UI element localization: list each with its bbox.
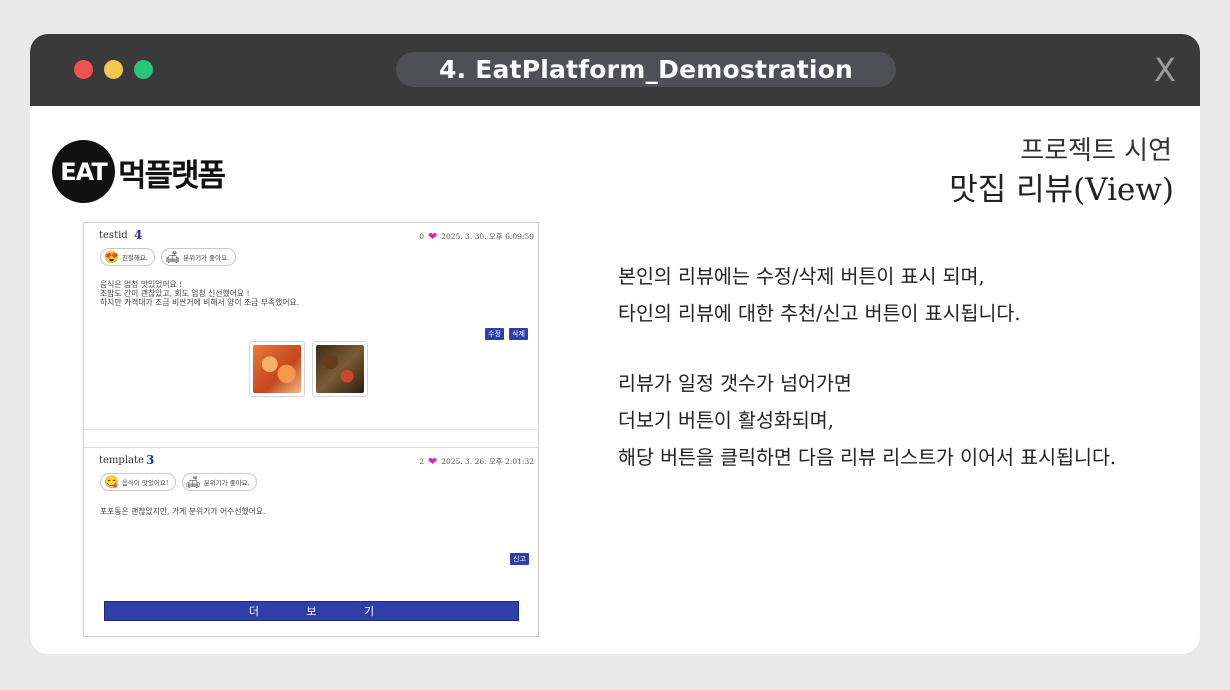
logo-text: 먹플랫폼 (118, 158, 226, 194)
maximize-dot[interactable] (134, 60, 153, 79)
like-count: 2 (419, 457, 424, 466)
review-tag: 😋 음식이 맛있어요! (100, 473, 176, 491)
logo: EAT 먹플랫폼 (52, 140, 252, 204)
description-line: 리뷰가 일정 갯수가 넘어가면 (618, 372, 852, 395)
like-count: 0 (419, 232, 424, 241)
review-rating: 3 (146, 453, 155, 467)
review-date: 2025. 3. 26. 오후 2:01:32 (441, 457, 534, 466)
review-tags: 😋 음식이 맛있어요! 🛋 분위기가 좋아요. (100, 473, 257, 491)
review-meta: 0 ❤ 2025. 3. 30. 오후 6:09:59 (419, 231, 534, 242)
slide-subtitle: 프로젝트 시연 (1020, 136, 1172, 166)
close-dot[interactable] (74, 60, 93, 79)
tag-label: 친절해요. (121, 254, 148, 262)
tag-label: 음식이 맛있어요! (121, 479, 169, 487)
review-line: 하지만 가격대가 조금 비싼거에 비해서 양이 조금 부족했어요. (100, 298, 300, 307)
close-x-button[interactable]: X (1154, 50, 1176, 90)
presentation-window: 4. EatPlatform_Demostration X EAT 먹플랫폼 프… (30, 34, 1200, 654)
delete-button[interactable]: 삭제 (509, 328, 528, 340)
description-line: 해당 버튼을 클릭하면 다음 리뷰 리스트가 이어서 표시됩니다. (618, 446, 1117, 469)
heart-icon[interactable]: ❤ (428, 456, 437, 467)
review-user: template (99, 455, 144, 466)
review-tag: 😍 친절해요. (100, 248, 155, 266)
report-button[interactable]: 신고 (510, 553, 529, 565)
review-tag: 🛋 분위기가 좋아요. (160, 248, 237, 266)
review-text: 포포동은 괜찮았지만, 가게 분위기가 어수선했어요. (100, 507, 266, 516)
sofa-icon: 🛋 (164, 250, 181, 264)
description-line: 더보기 버튼이 활성화되며, (618, 409, 834, 432)
review-date: 2025. 3. 30. 오후 6:09:59 (441, 232, 534, 241)
review-meta: 2 ❤ 2025. 3. 26. 오후 2:01:32 (419, 456, 534, 467)
slide-title: 맛집 리뷰(View) (949, 172, 1174, 208)
review-line: 음식은 엄청 맛있었어요 ! (100, 280, 183, 289)
load-more-button[interactable]: 더 보 기 (104, 601, 519, 621)
review-card: template 3 2 ❤ 2025. 3. 26. 오후 2:01:32 😋… (84, 448, 538, 618)
description: 본인의 리뷰에는 수정/삭제 버튼이 표시 되며, 타인의 리뷰에 대한 추천/… (618, 258, 1116, 476)
review-photo[interactable] (249, 341, 305, 397)
review-tags: 😍 친절해요. 🛋 분위기가 좋아요. (100, 248, 237, 266)
sofa-icon: 🛋 (185, 475, 201, 489)
description-line: 본인의 리뷰에는 수정/삭제 버튼이 표시 되며, (618, 265, 985, 288)
smile-face-icon: 😋 (104, 475, 119, 489)
logo-badge: EAT (52, 140, 115, 203)
title-bar: 4. EatPlatform_Demostration X (30, 34, 1200, 106)
review-text: 음식은 엄청 맛있었어요 ! 초밥도 간이 괜찮았고, 회도 엄청 신선했어요 … (100, 280, 299, 307)
tag-label: 분위기가 좋아요. (183, 254, 230, 262)
edit-button[interactable]: 수정 (485, 328, 504, 340)
review-rating: 4 (134, 228, 143, 242)
heart-face-icon: 😍 (104, 250, 119, 264)
review-card: testid 4 0 ❤ 2025. 3. 30. 오후 6:09:59 😍 친… (84, 223, 538, 429)
description-line: 타인의 리뷰에 대한 추천/신고 버튼이 표시됩니다. (618, 302, 1021, 325)
review-tag: 🛋 분위기가 좋아요. (181, 473, 257, 491)
divider (84, 429, 538, 430)
heart-icon[interactable]: ❤ (428, 231, 437, 242)
review-screenshot: testid 4 0 ❤ 2025. 3. 30. 오후 6:09:59 😍 친… (83, 222, 539, 637)
tag-label: 분위기가 좋아요. (203, 479, 250, 487)
review-line: 포포동은 괜찮았지만, 가게 분위기가 어수선했어요. (100, 507, 266, 516)
window-title: 4. EatPlatform_Demostration (396, 52, 896, 87)
minimize-dot[interactable] (104, 60, 123, 79)
review-line: 초밥도 간이 괜찮았고, 회도 엄청 신선했어요 ! (100, 289, 250, 298)
review-user: testid (99, 230, 128, 241)
review-photo[interactable] (312, 341, 368, 397)
